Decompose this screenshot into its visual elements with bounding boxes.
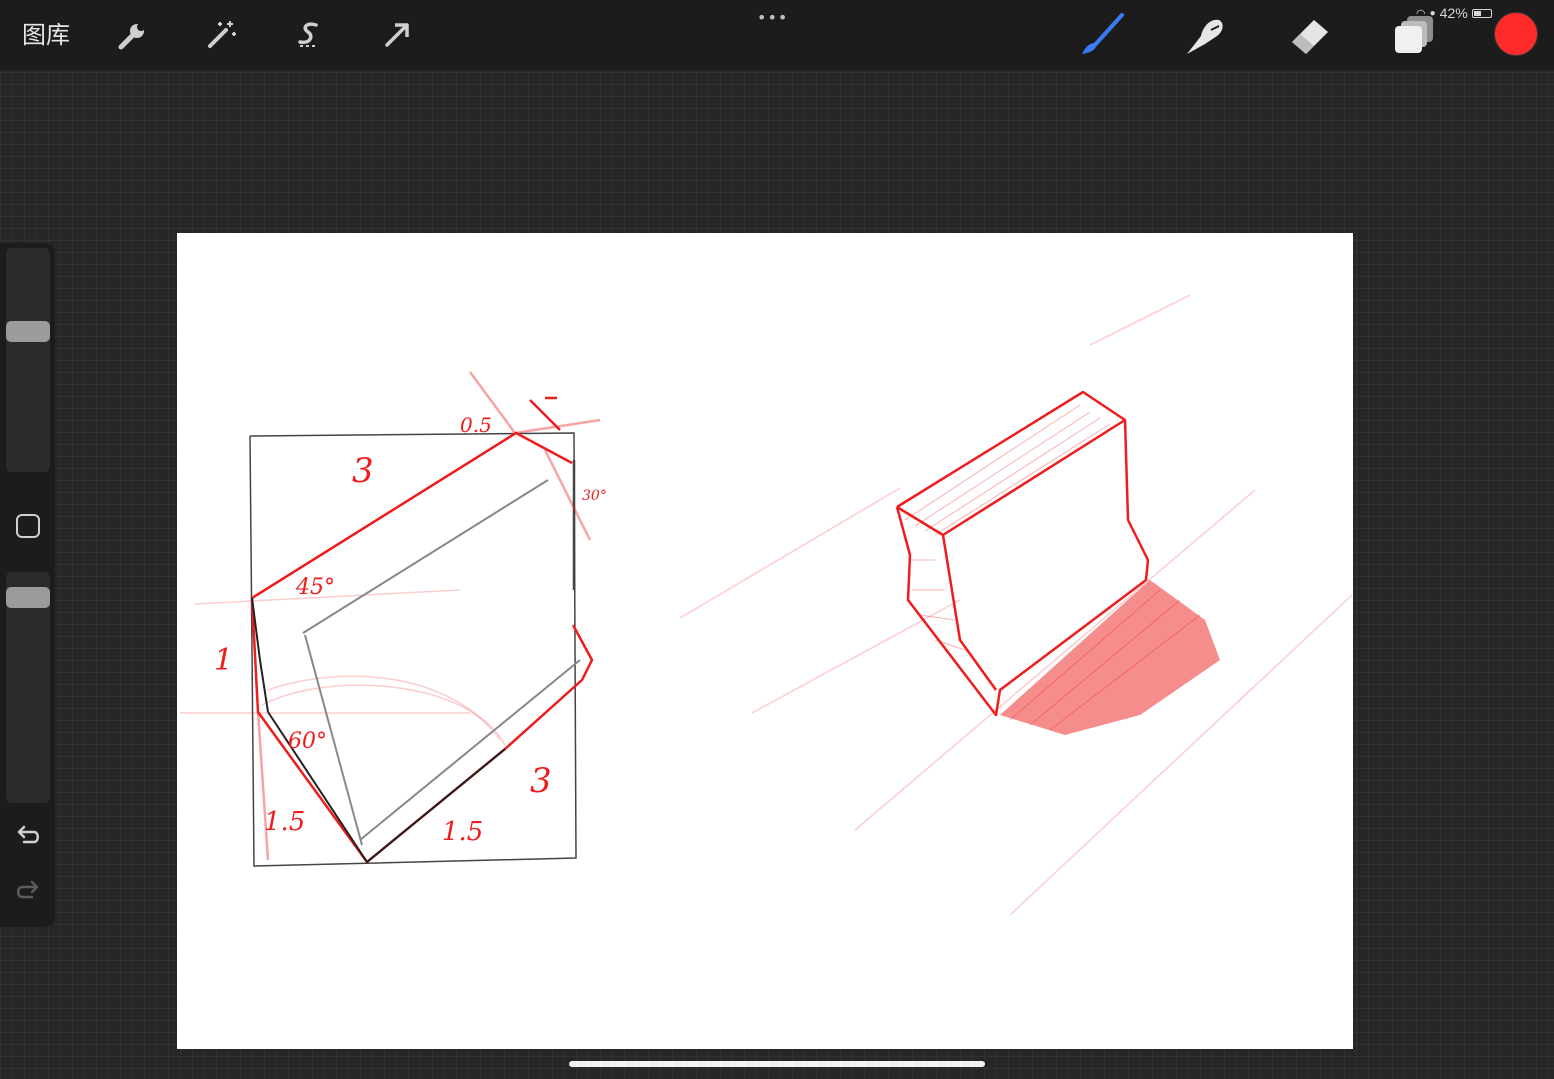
redo-icon[interactable] — [14, 879, 42, 903]
selection-icon[interactable] — [288, 14, 330, 56]
modify-button[interactable] — [16, 514, 40, 538]
wrench-icon[interactable] — [112, 14, 154, 56]
annotation-top-small: 0.5 — [460, 413, 492, 437]
undo-icon[interactable] — [14, 824, 42, 848]
battery-icon — [1471, 8, 1492, 18]
opacity-thumb[interactable] — [6, 586, 50, 608]
annotation-bottom-left: 1.5 — [264, 807, 305, 837]
drawing-canvas[interactable]: 3 0.5 45° 30° 1 60° 1.5 1.5 3 — [177, 233, 1353, 1049]
magic-wand-icon[interactable] — [200, 14, 242, 56]
more-options[interactable]: ••• — [757, 8, 788, 27]
gallery-button[interactable]: 图库 — [22, 18, 70, 52]
home-indicator[interactable] — [569, 1061, 985, 1067]
status-bar: ◠ ● 42% — [1416, 5, 1492, 21]
battery-percent: 42% — [1439, 5, 1468, 21]
brush-size-thumb[interactable] — [6, 321, 50, 343]
top-toolbar: 图库 ••• ◠ ● 42% — [0, 0, 1554, 70]
person-icon: ● — [1429, 7, 1436, 19]
annotation-left-length: 1 — [214, 643, 233, 678]
annotation-top-length: 3 — [352, 451, 374, 491]
annotation-bottom-right: 1.5 — [442, 817, 483, 847]
annotation-angle-bottom: 60° — [288, 729, 327, 754]
sidebar — [0, 243, 55, 927]
eraser-icon[interactable] — [1284, 12, 1332, 58]
annotation-angle-top: 45° — [295, 575, 335, 600]
wifi-icon: ◠ — [1416, 7, 1426, 20]
smudge-icon[interactable] — [1181, 12, 1229, 58]
annotation-angle-right: 30° — [582, 488, 607, 504]
transform-arrow-icon[interactable] — [376, 14, 418, 56]
color-picker-button[interactable] — [1494, 12, 1538, 56]
brush-icon[interactable] — [1078, 12, 1126, 58]
annotation-right-length: 3 — [530, 761, 552, 801]
sketch-artwork: 3 0.5 45° 30° 1 60° 1.5 1.5 3 — [180, 294, 1353, 916]
brush-size-slider[interactable] — [6, 248, 50, 472]
